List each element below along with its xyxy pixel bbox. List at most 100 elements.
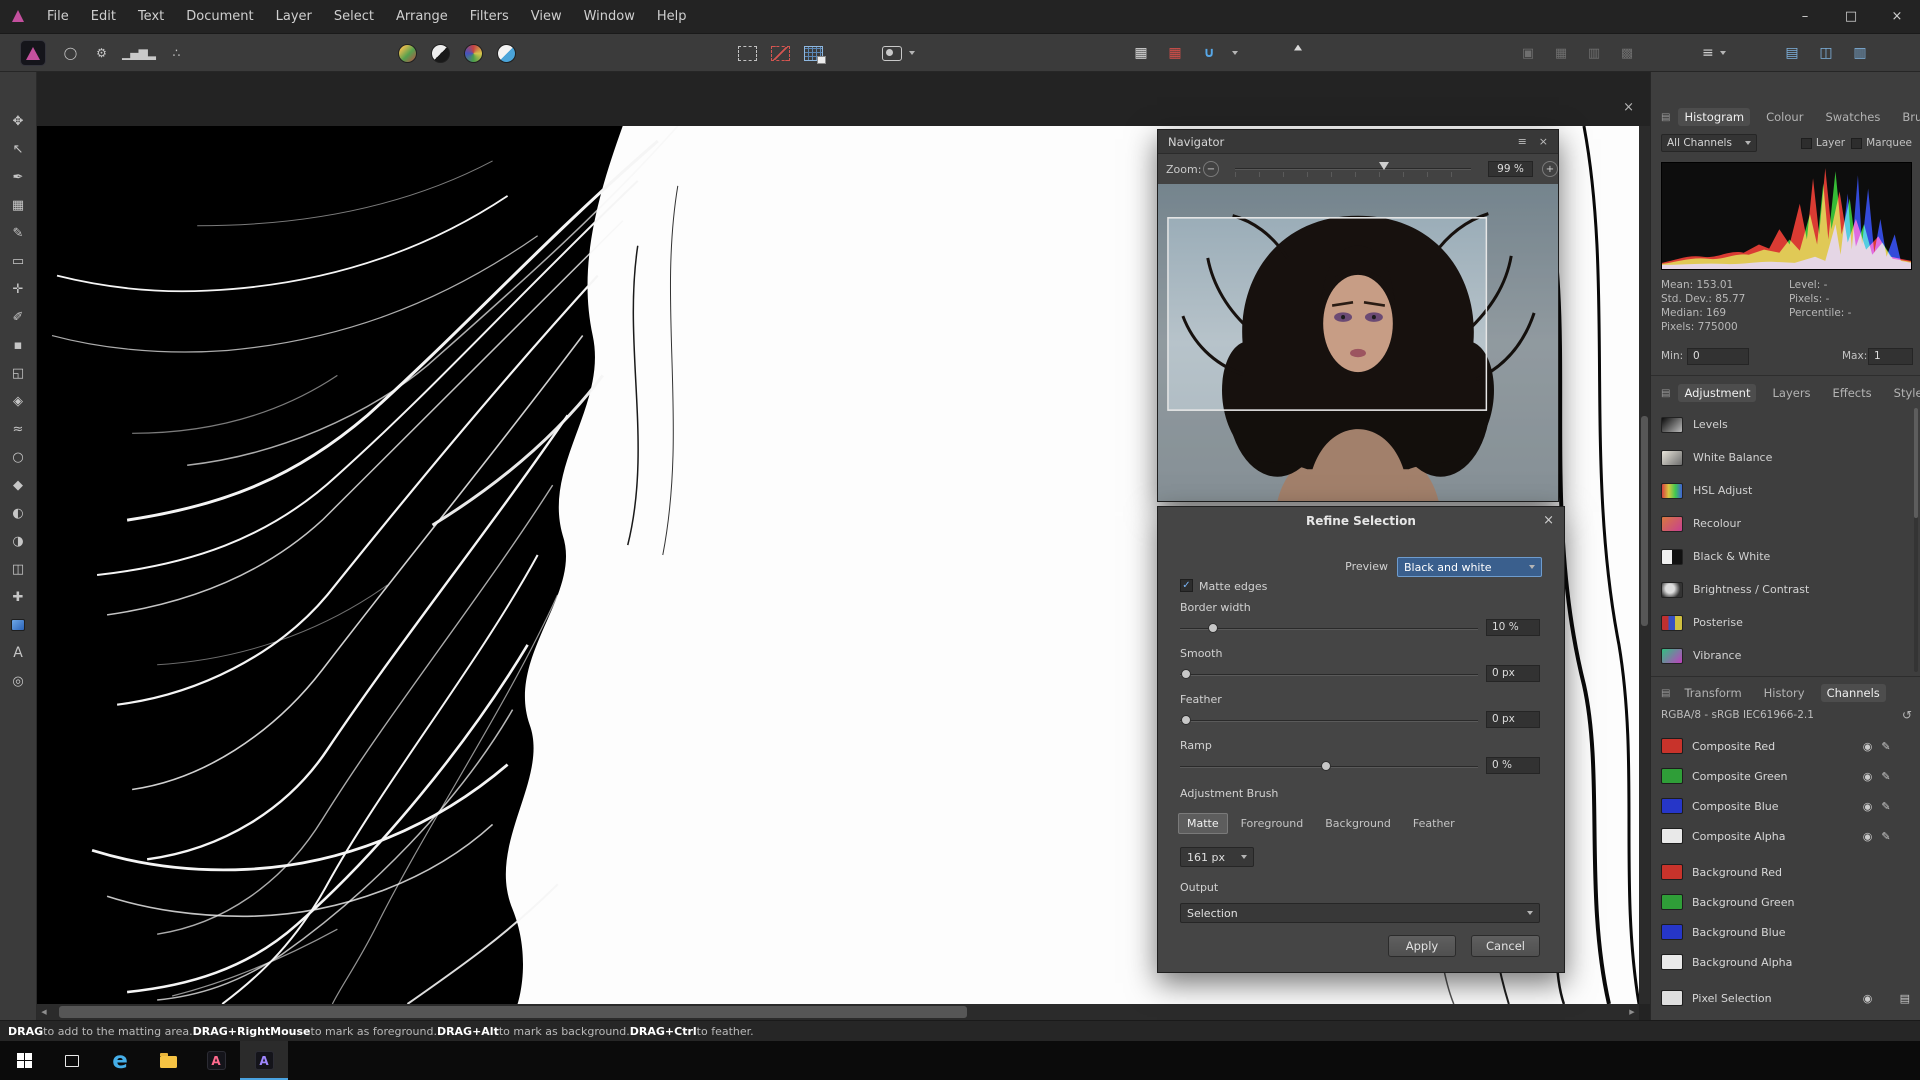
selection-grid-icon[interactable]: ▤ xyxy=(1900,992,1910,1005)
panel-menu-icon[interactable]: ≡ xyxy=(1518,135,1527,148)
panel-tab[interactable]: Brushes xyxy=(1896,108,1920,126)
auto-adjust-icon[interactable] xyxy=(497,43,516,63)
cancel-button[interactable]: Cancel xyxy=(1471,935,1540,957)
caret-down-icon[interactable] xyxy=(1719,51,1726,55)
edit-pencil-icon[interactable]: ✎ xyxy=(1881,830,1890,843)
navigator-titlebar[interactable]: Navigator ≡ × xyxy=(1158,130,1558,154)
zoom-out-button[interactable]: − xyxy=(1203,161,1219,177)
menu-item[interactable]: Text xyxy=(127,0,175,33)
selection-mode-icon[interactable] xyxy=(738,45,757,61)
quick-mask-icon[interactable] xyxy=(882,45,902,61)
minimize-icon[interactable]: – xyxy=(1782,0,1828,33)
brush-mode-tab[interactable]: Background xyxy=(1316,813,1400,834)
max-field[interactable]: 1 xyxy=(1868,348,1913,365)
tool-button[interactable]: ✒ xyxy=(0,164,37,190)
panel-tab[interactable]: Effects xyxy=(1827,384,1878,402)
menu-item[interactable]: Document xyxy=(175,0,264,33)
taskbar-button[interactable]: e xyxy=(96,1041,144,1080)
output-dropdown[interactable]: Selection xyxy=(1180,903,1540,923)
menu-item[interactable]: Arrange xyxy=(385,0,459,33)
preview-dropdown[interactable]: Black and white xyxy=(1397,557,1542,577)
menu-item[interactable]: Select xyxy=(323,0,385,33)
channel-row[interactable]: Pixel Selection ◉ ✎ ▤ xyxy=(1661,984,1912,1012)
slider-thumb[interactable] xyxy=(1180,669,1191,679)
feather-value[interactable]: 0 px xyxy=(1486,711,1540,728)
taskbar-button[interactable]: A xyxy=(192,1041,240,1080)
maximize-icon[interactable]: □ xyxy=(1828,0,1874,33)
adjustment-item[interactable]: Vibrance xyxy=(1661,639,1912,672)
adjustment-scrollbar[interactable] xyxy=(1914,408,1918,672)
caret-down-icon[interactable] xyxy=(909,51,915,55)
persona-icon[interactable]: ⚙ xyxy=(91,40,111,66)
selection-mode-icon[interactable] xyxy=(771,45,790,61)
tool-button[interactable]: ✚ xyxy=(0,584,37,610)
horizontal-scroll-track[interactable] xyxy=(51,1004,1625,1020)
brush-mode-tab[interactable]: Foreground xyxy=(1232,813,1313,834)
snapping-icon[interactable]: ▦ xyxy=(1131,40,1151,66)
snapping-icon[interactable]: ∪ xyxy=(1199,40,1219,66)
close-icon[interactable]: × xyxy=(1874,0,1920,33)
tool-button[interactable]: ◐ xyxy=(0,500,37,526)
zoom-in-button[interactable]: + xyxy=(1542,161,1558,177)
zoom-value[interactable]: 99 % xyxy=(1488,161,1533,177)
menu-item[interactable]: Help xyxy=(646,0,698,33)
menu-item[interactable]: Window xyxy=(573,0,646,33)
matte-edges-checkbox[interactable]: ✓ xyxy=(1180,579,1193,592)
menu-item[interactable]: View xyxy=(520,0,573,33)
marquee-checkbox[interactable] xyxy=(1851,137,1863,149)
scroll-left-icon[interactable]: ◀ xyxy=(37,1008,51,1016)
tool-button[interactable]: ≈ xyxy=(0,416,37,442)
adjustment-item[interactable]: Recolour xyxy=(1661,507,1912,540)
channel-row[interactable]: Background Blue ◉ ✎ ▤ xyxy=(1661,918,1912,946)
brush-mode-tab[interactable]: Feather xyxy=(1404,813,1464,834)
horizontal-scrollbar-thumb[interactable] xyxy=(59,1006,967,1018)
view-option-icon[interactable]: ◫ xyxy=(1816,40,1836,66)
dialog-close-icon[interactable]: × xyxy=(1543,513,1554,528)
menu-item[interactable]: File xyxy=(36,0,80,33)
photo-persona-icon[interactable] xyxy=(20,40,46,66)
adjustment-item[interactable]: Brightness / Contrast xyxy=(1661,573,1912,606)
panel-tab[interactable]: Colour xyxy=(1760,108,1809,126)
adjustment-item[interactable]: Black & White xyxy=(1661,540,1912,573)
visibility-eye-icon[interactable]: ◉ xyxy=(1863,770,1873,783)
vertical-scrollbar-thumb[interactable] xyxy=(1641,416,1648,626)
feather-slider[interactable] xyxy=(1180,715,1478,727)
tool-button[interactable] xyxy=(0,612,37,638)
assistant-icon[interactable] xyxy=(1288,40,1308,66)
arrange-icon[interactable]: ▩ xyxy=(1617,40,1637,66)
slider-thumb[interactable] xyxy=(1321,761,1332,771)
tool-button[interactable]: ✐ xyxy=(0,304,37,330)
auto-adjust-icon[interactable] xyxy=(464,43,483,63)
channel-row[interactable]: Composite Alpha ◉ ✎ ▤ xyxy=(1661,822,1912,850)
view-option-icon[interactable]: ▤ xyxy=(1782,40,1802,66)
horizontal-scrollbar[interactable]: ◀ ▶ xyxy=(37,1004,1639,1020)
edit-pencil-icon[interactable]: ✎ xyxy=(1881,770,1890,783)
border-width-value[interactable]: 10 % xyxy=(1486,619,1540,636)
scroll-right-icon[interactable]: ▶ xyxy=(1625,1008,1639,1016)
panel-tab[interactable]: Styles xyxy=(1888,384,1920,402)
view-option-icon[interactable]: ▥ xyxy=(1850,40,1870,66)
panel-tab[interactable]: History xyxy=(1758,684,1811,702)
tool-button[interactable]: ◎ xyxy=(0,668,37,694)
menu-item[interactable]: Layer xyxy=(265,0,323,33)
vertical-scrollbar[interactable] xyxy=(1639,126,1650,1004)
panel-tab[interactable]: Channels xyxy=(1820,684,1886,702)
view-close-icon[interactable]: × xyxy=(1623,100,1634,115)
adjustment-item[interactable]: White Balance xyxy=(1661,441,1912,474)
panel-tab[interactable]: Swatches xyxy=(1819,108,1886,126)
reset-icon[interactable]: ↺ xyxy=(1902,708,1912,722)
panel-close-icon[interactable]: × xyxy=(1539,135,1548,148)
visibility-eye-icon[interactable]: ◉ xyxy=(1863,740,1873,753)
persona-icon[interactable]: ◯ xyxy=(60,40,80,66)
slider-thumb[interactable] xyxy=(1207,623,1218,633)
panel-tab[interactable]: Layers xyxy=(1766,384,1816,402)
panel-tab[interactable]: Histogram xyxy=(1678,108,1751,126)
panel-tab[interactable]: Transform xyxy=(1678,684,1747,702)
ramp-slider[interactable] xyxy=(1180,761,1478,773)
smooth-slider[interactable] xyxy=(1180,669,1478,681)
channel-row[interactable]: Background Red ◉ ✎ ▤ xyxy=(1661,858,1912,886)
persona-icon[interactable]: ∴ xyxy=(166,40,186,66)
border-width-slider[interactable] xyxy=(1180,623,1478,635)
arrange-icon[interactable]: ▦ xyxy=(1551,40,1571,66)
menu-item[interactable]: Edit xyxy=(80,0,127,33)
